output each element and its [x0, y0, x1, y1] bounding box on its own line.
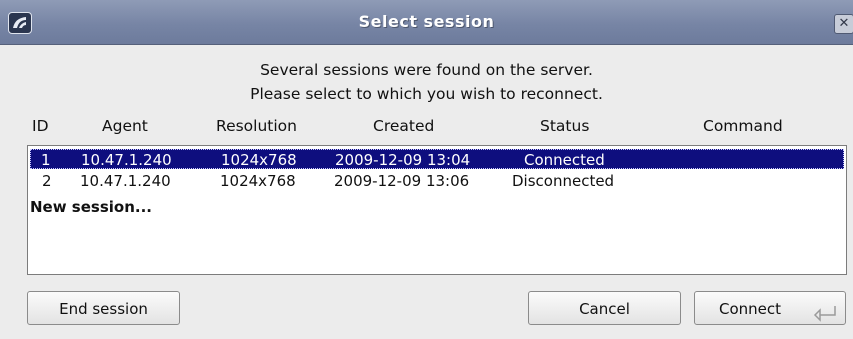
column-header-resolution[interactable]: Resolution [216, 117, 297, 135]
title-bar[interactable]: Select session ✕ [0, 0, 853, 45]
dialog-message: Several sessions were found on the serve… [0, 58, 853, 106]
session-agent: 10.47.1.240 [80, 172, 171, 190]
select-session-dialog: Select session ✕ Several sessions were f… [0, 0, 853, 339]
message-line-2: Please select to which you wish to recon… [250, 85, 603, 103]
session-agent: 10.47.1.240 [81, 151, 172, 169]
session-id: 1 [41, 151, 51, 169]
message-line-1: Several sessions were found on the serve… [260, 61, 593, 79]
session-created: 2009-12-09 13:06 [334, 172, 470, 190]
session-status: Disconnected [512, 172, 615, 190]
column-header-id[interactable]: ID [32, 117, 49, 135]
dialog-title: Select session [358, 12, 495, 31]
session-list[interactable]: 1 10.47.1.240 1024x768 2009-12-09 13:04 … [27, 145, 847, 275]
connect-label: Connect [719, 300, 782, 318]
session-resolution: 1024x768 [220, 172, 296, 190]
cancel-button[interactable]: Cancel [528, 291, 681, 325]
enter-key-icon [813, 300, 837, 334]
session-id: 2 [42, 172, 52, 190]
session-row-2[interactable]: 2 10.47.1.240 1024x768 2009-12-09 13:06 … [30, 171, 844, 191]
column-header-created[interactable]: Created [373, 117, 434, 135]
session-resolution: 1024x768 [221, 151, 297, 169]
session-row-1[interactable]: 1 10.47.1.240 1024x768 2009-12-09 13:04 … [30, 149, 844, 169]
new-session-item[interactable]: New session... [30, 198, 152, 216]
connect-button[interactable]: Connect [694, 291, 846, 325]
column-header-command[interactable]: Command [703, 117, 783, 135]
column-header-agent[interactable]: Agent [102, 117, 148, 135]
end-session-button[interactable]: End session [27, 291, 180, 325]
session-status: Connected [524, 151, 605, 169]
session-created: 2009-12-09 13:04 [335, 151, 471, 169]
close-icon[interactable]: ✕ [834, 14, 853, 34]
column-header-status[interactable]: Status [540, 117, 589, 135]
